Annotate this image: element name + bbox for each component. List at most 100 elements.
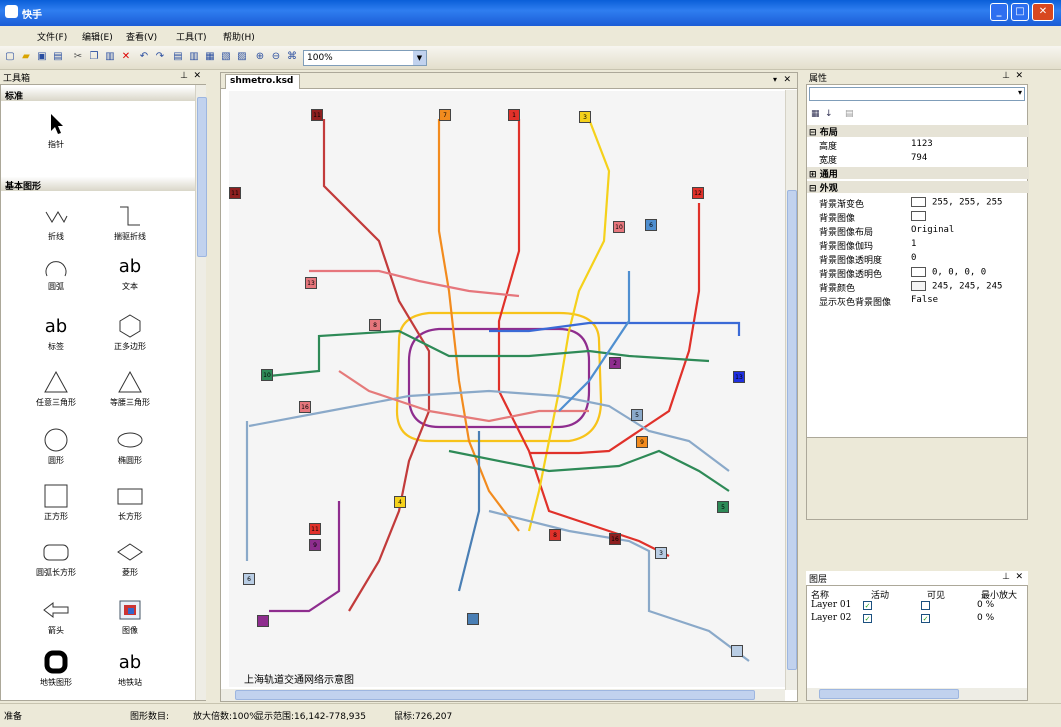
menu-file[interactable]: 文件(F) xyxy=(37,30,67,43)
pin-icon[interactable]: ⊥ xyxy=(180,71,188,81)
line-badge-11[interactable]: 11 xyxy=(311,109,323,121)
maximize-icon[interactable]: □ xyxy=(1011,3,1029,21)
menu-help[interactable]: 帮助(H) xyxy=(223,30,255,43)
line-badge-16[interactable]: 3 xyxy=(655,547,667,559)
line-badge-4[interactable]: 2 xyxy=(609,357,621,369)
tool-pointer[interactable]: 指针 xyxy=(21,109,91,150)
line-badge-7[interactable]: 7 xyxy=(439,109,451,121)
prop-value[interactable]: False xyxy=(911,295,938,305)
menu-edit[interactable]: 编辑(E) xyxy=(82,30,113,43)
tool-circle[interactable]: 圆形 xyxy=(21,425,91,466)
line-badge-12[interactable]: 12 xyxy=(692,187,704,199)
align-bottom-icon[interactable]: ▨ xyxy=(236,51,248,63)
line-badge-10b[interactable]: 16 xyxy=(299,401,311,413)
tool-label-shape[interactable]: ab 标签 xyxy=(21,311,91,352)
zoom-in-icon[interactable]: ⊕ xyxy=(254,51,266,63)
align-left-icon[interactable]: ▤ xyxy=(172,51,184,63)
layers-hscrollbar[interactable] xyxy=(807,688,1027,700)
prop-value[interactable]: 1 xyxy=(911,239,916,249)
align-right-icon[interactable]: ▦ xyxy=(204,51,216,63)
menu-view[interactable]: 查看(V) xyxy=(126,30,157,43)
tool-ellipse[interactable]: 椭圆形 xyxy=(95,425,165,466)
tool-text[interactable]: ab 文本 xyxy=(95,251,165,292)
close-icon[interactable]: ✕ xyxy=(1032,3,1054,21)
line-badge-9[interactable]: 4 xyxy=(394,496,406,508)
new-icon[interactable]: ▢ xyxy=(4,51,16,63)
line-badge-13[interactable]: 13 xyxy=(305,277,317,289)
doc-vscroll-thumb[interactable] xyxy=(787,190,797,670)
chevron-down-icon[interactable]: ▾ xyxy=(1018,88,1022,97)
doc-hscroll-thumb[interactable] xyxy=(235,690,755,700)
line-badge-10[interactable]: 10 xyxy=(613,221,625,233)
tab-document[interactable]: shmetro.ksd xyxy=(225,74,300,89)
prop-value[interactable]: 245, 245, 245 xyxy=(911,281,1002,292)
layer-row[interactable]: Layer 02 ✓ ✓ 0 % xyxy=(807,613,1027,625)
copy-icon[interactable]: ❐ xyxy=(88,51,100,63)
doc-hscrollbar[interactable] xyxy=(221,689,785,701)
category-layout[interactable]: ⊟ 布局 xyxy=(807,125,1029,138)
pin-icon[interactable]: ⊥ xyxy=(1002,71,1010,81)
tool-square[interactable]: 正方形 xyxy=(21,481,91,522)
categorized-icon[interactable]: ▦ xyxy=(811,109,820,119)
tool-image[interactable]: 图像 xyxy=(95,595,165,636)
prop-value[interactable] xyxy=(911,211,932,222)
zoom-out-icon[interactable]: ⊖ xyxy=(270,51,282,63)
align-top-icon[interactable]: ▧ xyxy=(220,51,232,63)
redo-icon[interactable]: ↷ xyxy=(154,51,166,63)
scroll-thumb[interactable] xyxy=(197,97,207,257)
save-icon[interactable]: ▣ xyxy=(36,51,48,63)
tool-metro-shape[interactable]: 地铁图形 xyxy=(21,647,91,688)
tool-arc[interactable]: 圆弧 xyxy=(21,251,91,292)
cut-icon[interactable]: ✂ xyxy=(72,51,84,63)
prop-bg-gamma[interactable]: 背景图像伽玛 1 xyxy=(819,239,1029,252)
tool-arrow[interactable]: 箭头 xyxy=(21,595,91,636)
prop-value[interactable]: 0, 0, 0, 0 xyxy=(911,267,986,278)
line-badge-5b[interactable] xyxy=(257,615,269,627)
tool-rounded-rect[interactable]: 圆弧长方形 xyxy=(21,537,91,578)
delete-icon[interactable]: ✕ xyxy=(120,51,132,63)
sort-az-icon[interactable]: ↓ xyxy=(825,109,833,119)
visible-checkbox[interactable]: ✓ xyxy=(921,614,930,623)
category-general[interactable]: ⊞ 通用 xyxy=(807,167,1029,180)
line-badge-7b[interactable]: 9 xyxy=(636,436,648,448)
line-badge-11b[interactable]: 11 xyxy=(229,187,241,199)
visible-checkbox[interactable] xyxy=(921,601,930,610)
prop-bg-color[interactable]: 背景颜色 245, 245, 245 xyxy=(819,281,1029,294)
prop-value[interactable]: 1123 xyxy=(911,139,933,149)
zoom-select[interactable]: 100% ▼ xyxy=(303,50,427,66)
prop-value[interactable]: 255, 255, 255 xyxy=(911,197,1002,208)
prop-value[interactable]: 794 xyxy=(911,153,927,163)
prop-width[interactable]: 宽度 794 xyxy=(819,153,1029,166)
chevron-down-icon[interactable]: ▼ xyxy=(413,51,426,65)
active-checkbox[interactable]: ✓ xyxy=(863,614,872,623)
tool-triangle[interactable]: 任意三角形 xyxy=(21,367,91,408)
fit-icon[interactable]: ⌘ xyxy=(286,51,298,63)
prop-height[interactable]: 高度 1123 xyxy=(819,139,1029,152)
prop-bg-image[interactable]: 背景图像 xyxy=(819,211,1029,224)
tool-metro-station[interactable]: ab 地铁站 xyxy=(95,647,165,688)
property-pages-icon[interactable]: ▤ xyxy=(845,109,854,119)
layer-row[interactable]: Layer 01 ✓ 0 % xyxy=(807,600,1027,612)
line-badge-8[interactable]: 5 xyxy=(631,409,643,421)
tool-orth-polyline[interactable]: 揣驱折线 xyxy=(95,201,165,242)
doc-vscrollbar[interactable] xyxy=(785,90,797,690)
line-badge-5[interactable]: 9 xyxy=(309,539,321,551)
layers-close-icon[interactable]: ✕ xyxy=(1015,572,1023,582)
tool-polygon[interactable]: 正多边形 xyxy=(95,311,165,352)
line-badge-blue[interactable]: 13 xyxy=(733,371,745,383)
line-badge-6[interactable]: 6 xyxy=(645,219,657,231)
undo-icon[interactable]: ↶ xyxy=(138,51,150,63)
paste-icon[interactable]: ▥ xyxy=(104,51,116,63)
open-icon[interactable]: ▰ xyxy=(20,51,32,63)
prop-value[interactable]: Original xyxy=(911,225,954,235)
category-appearance[interactable]: ⊟ 外观 xyxy=(807,181,1029,194)
line-badge-3[interactable]: 3 xyxy=(579,111,591,123)
prop-bg-transparent[interactable]: 背景图像透明色 0, 0, 0, 0 xyxy=(819,267,1029,280)
toolbox-scrollbar[interactable] xyxy=(195,85,207,700)
minimize-icon[interactable]: _ xyxy=(990,3,1008,21)
line-badge-6b[interactable] xyxy=(467,613,479,625)
prop-gray-bg[interactable]: 显示灰色背景图像 False xyxy=(819,295,1029,308)
prop-bg-opacity[interactable]: 背景图像透明度 0 xyxy=(819,253,1029,266)
line-badge-11c[interactable]: 16 xyxy=(609,533,621,545)
tool-diamond[interactable]: 菱形 xyxy=(95,537,165,578)
